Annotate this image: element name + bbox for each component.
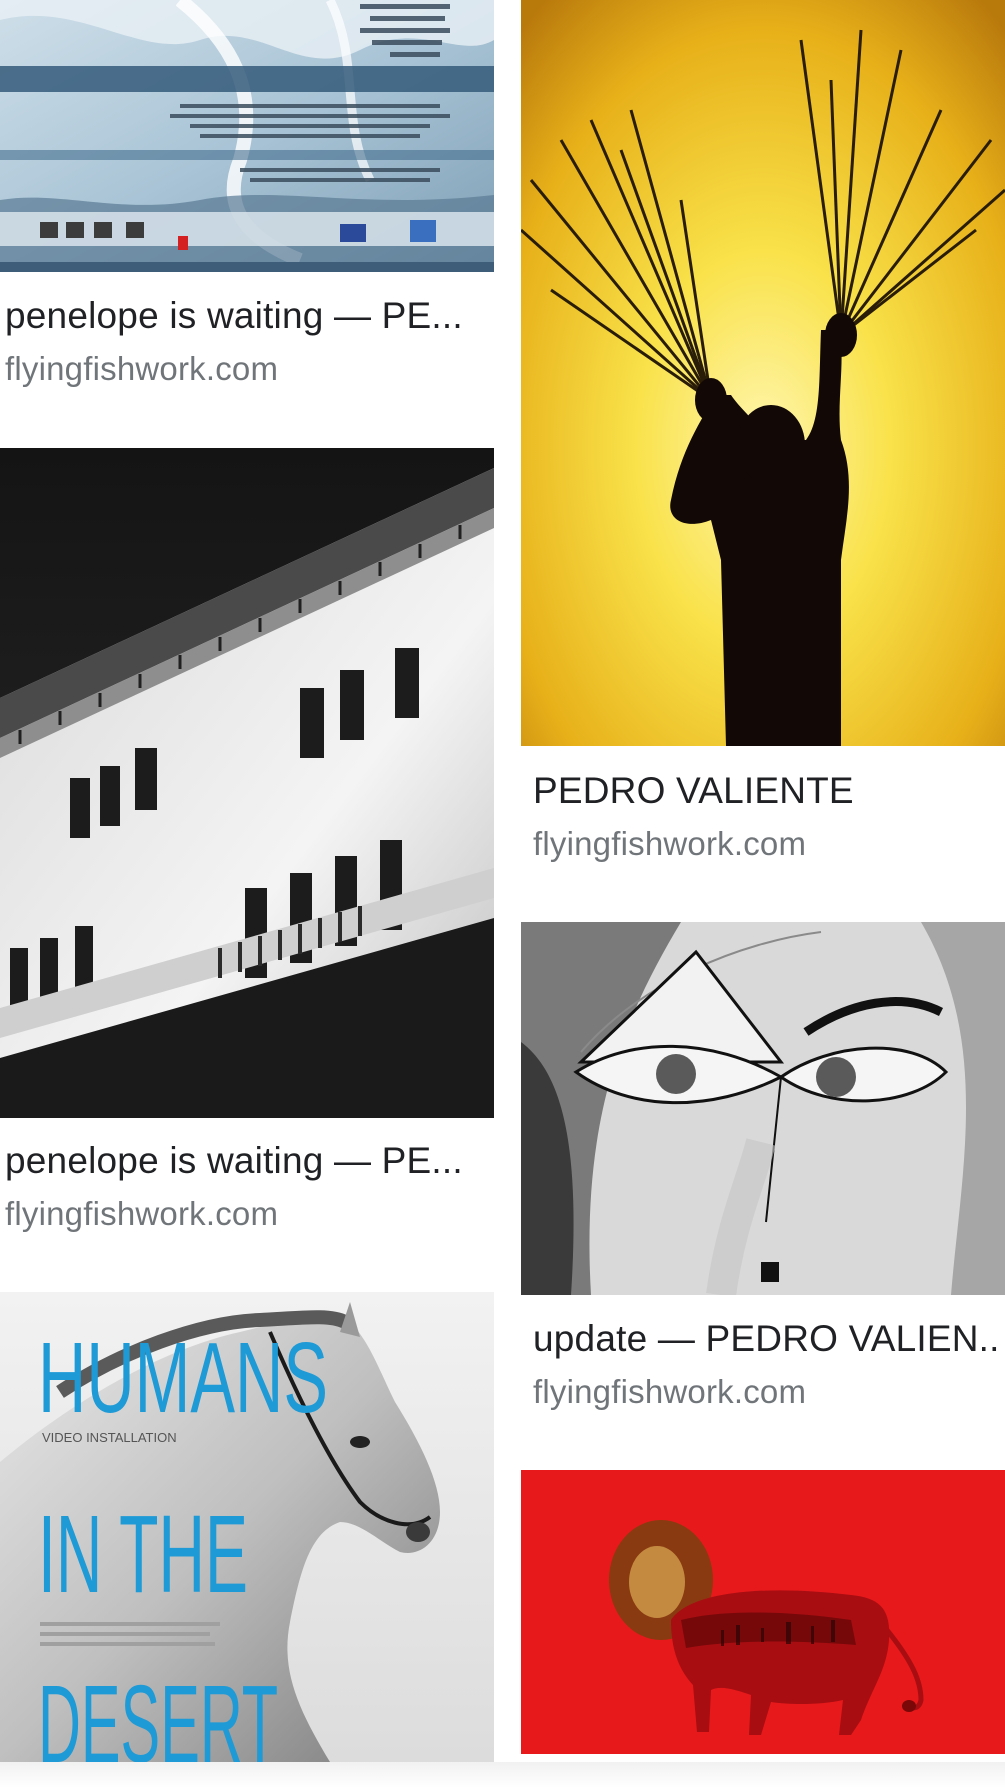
- image-result-card[interactable]: PEDRO VALIENTE flyingfishwork.com: [521, 0, 1005, 900]
- result-source: flyingfishwork.com: [5, 1195, 279, 1232]
- poster-subtitle: VIDEO INSTALLATION: [42, 1430, 177, 1445]
- poster-title-line-3: DESERT: [38, 1663, 278, 1762]
- image-result-card[interactable]: update — PEDRO VALIEN... flyingfishwork.…: [521, 922, 1005, 1422]
- result-source: flyingfishwork.com: [533, 825, 807, 862]
- building-photo: [0, 448, 494, 1118]
- result-thumbnail[interactable]: [521, 922, 1005, 1295]
- result-thumbnail[interactable]: [521, 1470, 1005, 1762]
- result-title[interactable]: update — PEDRO VALIEN...: [533, 1318, 1003, 1360]
- face-drawing-image: [521, 922, 1005, 1295]
- bottom-edge: [0, 1762, 1005, 1788]
- poster-title-line-1: HUMANS: [38, 1322, 328, 1434]
- lion-image: [521, 1470, 1005, 1762]
- image-result-card[interactable]: HUMANS VIDEO INSTALLATION IN THE DESERT: [0, 1292, 494, 1762]
- horse-poster-image: HUMANS VIDEO INSTALLATION IN THE DESERT: [0, 1292, 494, 1762]
- result-thumbnail[interactable]: [521, 0, 1005, 746]
- poster-image: [0, 0, 494, 272]
- result-thumbnail[interactable]: [0, 0, 494, 272]
- result-title[interactable]: penelope is waiting — PE...: [5, 1140, 490, 1182]
- result-thumbnail[interactable]: [0, 448, 494, 1118]
- image-result-card[interactable]: penelope is waiting — PE... flyingfishwo…: [0, 448, 494, 1258]
- poster-title-line-2: IN THE: [38, 1493, 248, 1616]
- result-title[interactable]: PEDRO VALIENTE: [533, 770, 1003, 812]
- result-thumbnail[interactable]: HUMANS VIDEO INSTALLATION IN THE DESERT: [0, 1292, 494, 1762]
- result-source: flyingfishwork.com: [5, 350, 279, 387]
- image-result-card[interactable]: [521, 1470, 1005, 1762]
- result-title[interactable]: penelope is waiting — PE...: [5, 295, 490, 337]
- image-results-grid: penelope is waiting — PE... flyingfishwo…: [0, 0, 1005, 1788]
- silhouette-photo: [521, 0, 1005, 746]
- image-result-card[interactable]: penelope is waiting — PE... flyingfishwo…: [0, 0, 494, 420]
- result-source: flyingfishwork.com: [533, 1373, 807, 1410]
